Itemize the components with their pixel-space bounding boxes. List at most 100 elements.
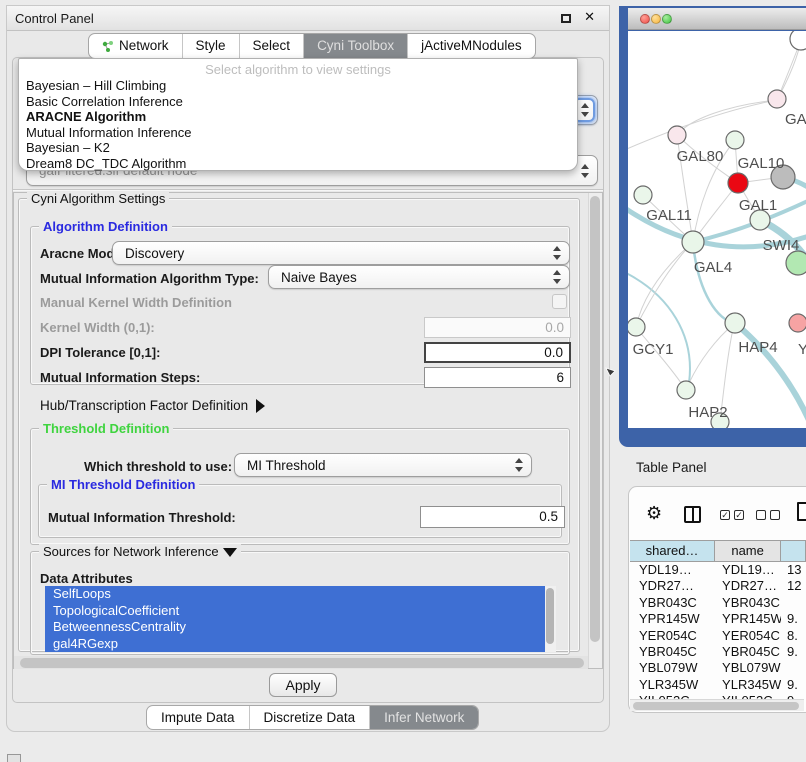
node-label: GAL80 — [677, 148, 724, 165]
mouse-cursor-icon — [604, 367, 616, 379]
hub-definition-expander[interactable]: Hub/Transcription Factor Definition — [40, 398, 265, 413]
node-label: GAL10 — [738, 155, 785, 172]
network-node[interactable] — [768, 90, 786, 108]
tab-infer-network[interactable]: Infer Network — [369, 706, 478, 729]
collapsed-widget[interactable] — [7, 754, 21, 762]
network-node[interactable] — [682, 231, 704, 253]
node-table: shared… name YDL19…YDL19…13 YDR27…YDR27…… — [630, 540, 806, 710]
combo-spinner-icon — [551, 246, 563, 260]
table-horizontal-scrollbar[interactable] — [630, 699, 804, 711]
tab-impute-data[interactable]: Impute Data — [147, 706, 249, 729]
select-all-checkboxes-icon[interactable]: ✓✓ — [720, 510, 744, 520]
network-canvas[interactable]: GAL GAL80 GAL10 GAL1 GAL11 SWI4 GAL4 GCY… — [628, 31, 806, 428]
which-threshold-label: Which threshold to use: — [84, 459, 232, 474]
tab-cyni-toolbox[interactable]: Cyni Toolbox — [303, 34, 407, 58]
collapse-arrow-icon[interactable] — [223, 548, 237, 557]
table-row[interactable]: YBR045CYBR045C9. — [630, 644, 806, 660]
close-icon[interactable]: ✕ — [584, 9, 595, 25]
split-columns-icon[interactable] — [684, 506, 701, 523]
table-row[interactable]: YER054CYER054C8. — [630, 628, 806, 644]
network-node[interactable] — [677, 381, 695, 399]
tab-network[interactable]: Network — [89, 34, 182, 58]
document-icon[interactable] — [797, 502, 806, 521]
scrollbar-thumb[interactable] — [633, 702, 799, 710]
column-header-name[interactable]: name — [715, 541, 781, 561]
network-node[interactable] — [726, 131, 744, 149]
expand-arrow-icon — [256, 399, 265, 413]
dropdown-item-selected[interactable]: ARACNE Algorithm — [26, 109, 573, 125]
which-threshold-combobox[interactable]: MI Threshold — [234, 453, 532, 477]
tab-discretize-data[interactable]: Discretize Data — [249, 706, 370, 729]
aracne-mode-combobox[interactable]: Discovery — [112, 241, 570, 265]
window-title: Control Panel — [15, 11, 94, 26]
attribute-item-selected[interactable]: gal4RGexp — [45, 636, 545, 653]
attribute-item-selected[interactable]: BetweennessCentrality — [45, 619, 545, 636]
column-header-cut[interactable] — [781, 541, 806, 561]
mi-threshold-field[interactable]: 0.5 — [420, 506, 565, 528]
kernel-width-field[interactable]: 0.0 — [424, 317, 571, 338]
tab-select[interactable]: Select — [239, 34, 304, 58]
network-window-titlebar[interactable] — [628, 8, 806, 30]
list-scrollbar[interactable] — [545, 586, 556, 652]
attribute-item-selected[interactable]: TopologicalCoefficient — [45, 603, 545, 620]
control-panel-titlebar[interactable]: Control Panel ✕ — [7, 6, 609, 31]
tab-jactivemnodules[interactable]: jActiveMNodules — [407, 34, 535, 58]
dropdown-item[interactable]: Bayesian – Hill Climbing — [26, 78, 573, 94]
network-node[interactable] — [786, 251, 806, 275]
network-node[interactable] — [628, 318, 645, 336]
mi-threshold-label: Mutual Information Threshold: — [48, 510, 236, 525]
network-node[interactable] — [668, 126, 686, 144]
zoom-traffic-icon[interactable] — [662, 14, 672, 24]
network-node[interactable] — [634, 186, 652, 204]
tab-label: Cyni Toolbox — [317, 34, 394, 58]
tab-style[interactable]: Style — [182, 34, 239, 58]
float-window-icon[interactable] — [561, 14, 571, 23]
dropdown-item[interactable]: Basic Correlation Inference — [26, 94, 573, 110]
dpi-tolerance-label: DPI Tolerance [0,1]: — [40, 345, 160, 360]
group-title: Cyni Algorithm Settings — [27, 191, 169, 206]
network-node-red[interactable] — [728, 173, 748, 193]
mi-algorithm-type-combobox[interactable]: Naive Bayes — [268, 265, 570, 289]
mi-algorithm-type-label: Mutual Information Algorithm Type: — [40, 271, 259, 286]
apply-button[interactable]: Apply — [269, 673, 337, 697]
table-row[interactable]: YBR043CYBR043C — [630, 595, 806, 611]
group-title: Algorithm Definition — [39, 219, 172, 234]
scrollbar-thumb[interactable] — [546, 588, 554, 644]
dropdown-items: Bayesian – Hill Climbing Basic Correlati… — [26, 78, 573, 172]
combo-value: MI Threshold — [247, 454, 326, 476]
scrollbar-thumb[interactable] — [590, 196, 600, 642]
dropdown-item[interactable]: Mutual Information Inference — [26, 125, 573, 141]
minimize-traffic-icon[interactable] — [651, 14, 661, 24]
close-traffic-icon[interactable] — [640, 14, 650, 24]
node-label: HAP4 — [738, 339, 777, 356]
tab-label: Select — [253, 34, 291, 58]
dropdown-placeholder: Select algorithm to view settings — [19, 62, 577, 77]
network-node[interactable] — [725, 313, 745, 333]
algorithm-dropdown-popup: Select algorithm to view settings Bayesi… — [18, 58, 578, 171]
network-graph: GAL GAL80 GAL10 GAL1 GAL11 SWI4 GAL4 GCY… — [628, 31, 806, 428]
dpi-tolerance-field[interactable]: 0.0 — [424, 342, 571, 363]
gear-icon[interactable]: ⚙ — [646, 503, 662, 524]
network-node-salmon[interactable] — [789, 314, 806, 332]
node-label: SWI4 — [763, 237, 800, 254]
dropdown-item[interactable]: Bayesian – K2 — [26, 140, 573, 156]
mi-steps-field[interactable]: 6 — [424, 367, 571, 388]
dropdown-item[interactable]: Dream8 DC_TDC Algorithm — [26, 156, 573, 172]
table-row[interactable]: YBL079WYBL079W — [630, 660, 806, 676]
group-title: MI Threshold Definition — [47, 477, 199, 492]
node-label: GAL11 — [646, 207, 692, 224]
table-row[interactable]: YDR27…YDR27…12 — [630, 578, 806, 594]
table-panel-title: Table Panel — [636, 460, 707, 475]
deselect-all-checkboxes-icon[interactable] — [756, 510, 780, 520]
table-row[interactable]: YDL19…YDL19…13 — [630, 562, 806, 578]
attribute-item-selected[interactable]: SelfLoops — [45, 586, 545, 603]
column-header-shared[interactable]: shared… — [630, 541, 715, 561]
scrollbar-thumb[interactable] — [20, 658, 584, 668]
table-header: shared… name — [630, 540, 806, 562]
network-node[interactable] — [790, 31, 806, 50]
tab-label: jActiveMNodules — [421, 34, 522, 58]
table-row[interactable]: YLR345WYLR345W9. — [630, 677, 806, 693]
table-row[interactable]: YPR145WYPR145W9. — [630, 611, 806, 627]
data-attributes-list[interactable]: SelfLoops TopologicalCoefficient Between… — [45, 586, 556, 652]
manual-kernel-checkbox[interactable] — [552, 294, 567, 309]
